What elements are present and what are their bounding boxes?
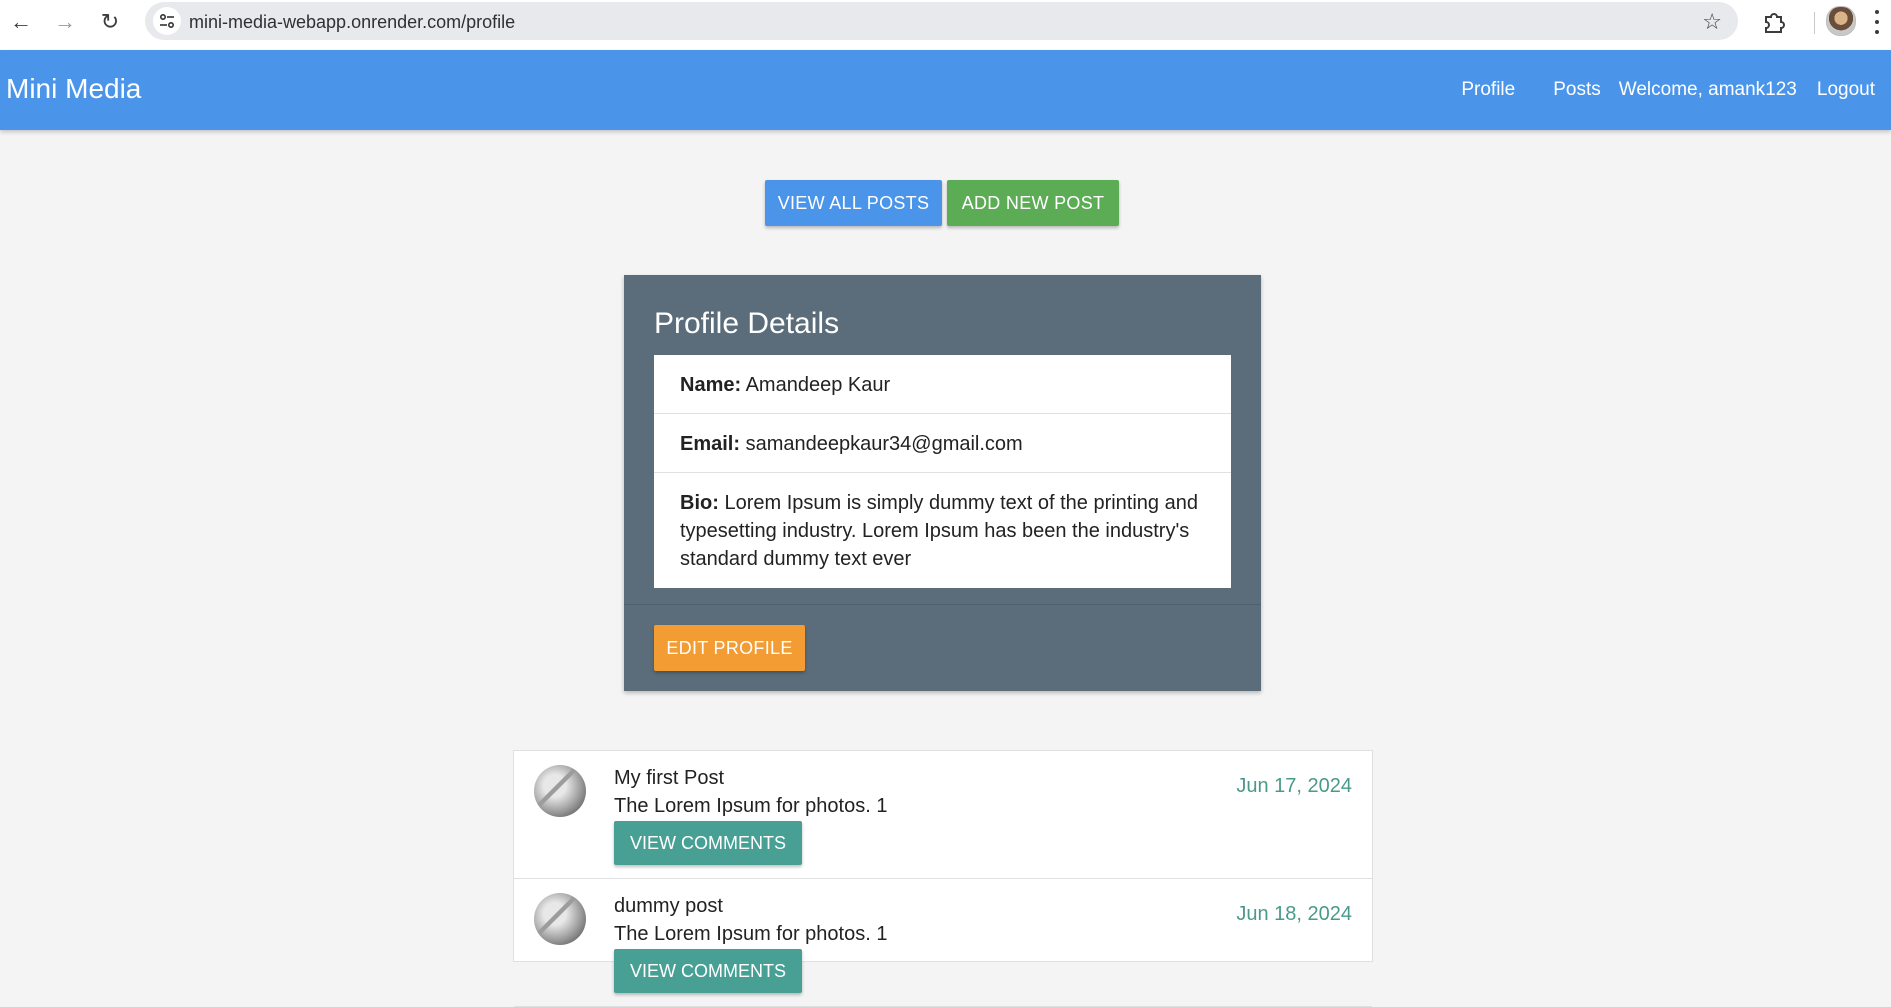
bio-label: Bio: — [680, 492, 719, 514]
app-navbar: Mini Media Profile Posts Welcome, amank1… — [0, 50, 1891, 130]
welcome-text: Welcome, amank123 — [1618, 79, 1797, 100]
toolbar-divider — [1814, 12, 1815, 34]
profile-card: Profile Details Name: Amandeep Kaur Emai… — [624, 275, 1261, 691]
nav-profile-link[interactable]: Profile — [1461, 79, 1515, 101]
name-label: Name: — [680, 374, 742, 396]
list-item: dummy post The Lorem Ipsum for photos. 1… — [514, 879, 1372, 1007]
view-comments-button[interactable]: VIEW COMMENTS — [614, 949, 802, 993]
post-date: Jun 18, 2024 — [1236, 903, 1352, 925]
post-body: The Lorem Ipsum for photos. 1 — [614, 923, 888, 945]
extensions-icon[interactable] — [1760, 8, 1788, 36]
site-info-icon[interactable] — [153, 7, 181, 35]
email-value: samandeepkaur34@gmail.com — [745, 433, 1023, 455]
browser-menu-icon[interactable] — [1874, 10, 1880, 34]
view-comments-button[interactable]: VIEW COMMENTS — [614, 821, 802, 865]
post-body: The Lorem Ipsum for photos. 1 — [614, 795, 888, 817]
profile-name-row: Name: Amandeep Kaur — [654, 355, 1231, 414]
view-all-posts-button[interactable]: VIEW ALL POSTS — [765, 180, 942, 226]
post-date: Jun 17, 2024 — [1236, 775, 1352, 797]
browser-toolbar: ← → ↻ mini-media-webapp.onrender.com/pro… — [0, 0, 1891, 51]
back-arrow-icon[interactable]: ← — [7, 8, 35, 36]
nav-posts-link[interactable]: Posts — [1553, 79, 1601, 101]
edit-profile-button[interactable]: EDIT PROFILE — [654, 625, 805, 671]
bookmark-star-icon[interactable]: ☆ — [1702, 9, 1722, 35]
address-bar[interactable]: mini-media-webapp.onrender.com/profile ☆ — [145, 2, 1738, 40]
profile-title: Profile Details — [654, 307, 840, 340]
url-text: mini-media-webapp.onrender.com/profile — [189, 12, 516, 32]
nav-logout-link[interactable]: Logout — [1817, 79, 1875, 101]
profile-info-list: Name: Amandeep Kaur Email: samandeepkaur… — [654, 355, 1231, 588]
reload-icon[interactable]: ↻ — [96, 8, 124, 36]
brand-logo[interactable]: Mini Media — [6, 73, 141, 105]
post-avatar — [534, 893, 586, 945]
forward-arrow-icon[interactable]: → — [51, 8, 79, 36]
nav-links: Profile Posts Welcome, amank123 Logout — [1461, 79, 1875, 101]
add-new-post-button[interactable]: ADD NEW POST — [947, 180, 1119, 226]
post-avatar — [534, 765, 586, 817]
bio-value: Lorem Ipsum is simply dummy text of the … — [680, 492, 1198, 570]
name-value: Amandeep Kaur — [745, 374, 891, 396]
card-divider — [624, 604, 1261, 605]
browser-profile-avatar[interactable] — [1826, 6, 1856, 36]
list-item: My first Post The Lorem Ipsum for photos… — [514, 751, 1372, 879]
profile-email-row: Email: samandeepkaur34@gmail.com — [654, 414, 1231, 473]
email-label: Email: — [680, 433, 741, 455]
post-title: dummy post — [614, 895, 723, 917]
posts-list: My first Post The Lorem Ipsum for photos… — [513, 750, 1373, 1007]
profile-bio-row: Bio: Lorem Ipsum is simply dummy text of… — [654, 473, 1231, 588]
post-title: My first Post — [614, 767, 725, 789]
